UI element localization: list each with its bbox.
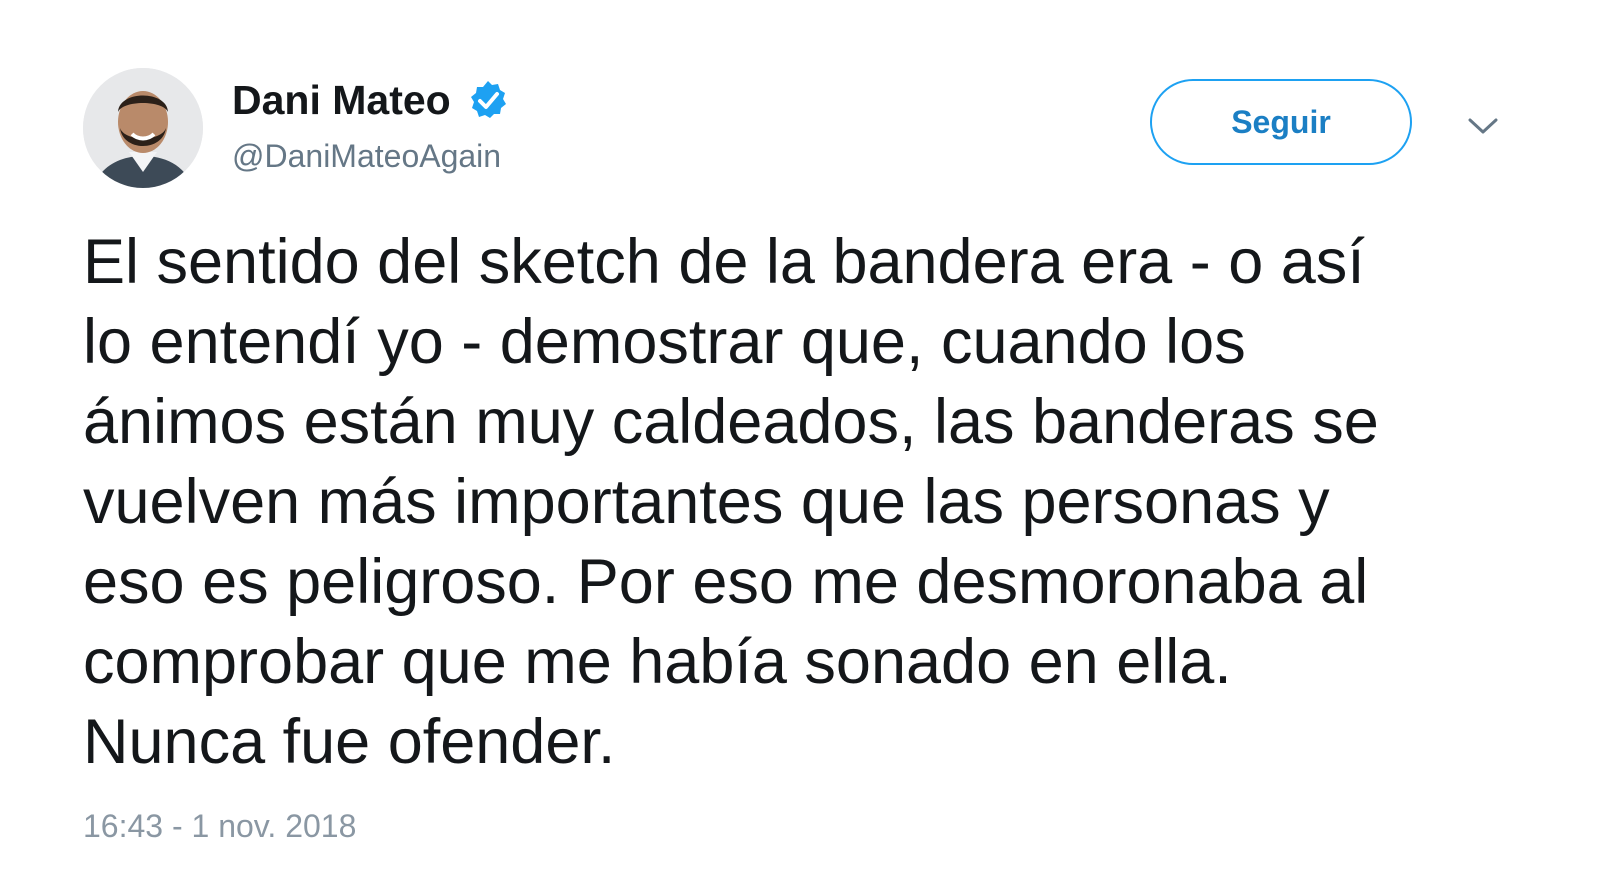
tweet-line: ánimos están muy caldeados, las banderas… [83, 387, 1379, 457]
tweet-line: comprobar que me había sonado en ella. [83, 627, 1232, 697]
author-handle[interactable]: @DaniMateoAgain [232, 138, 501, 175]
verified-badge-icon [470, 81, 506, 118]
author-name-row: Dani Mateo [232, 74, 509, 126]
tweet-timestamp[interactable]: 16:43 - 1 nov. 2018 [83, 808, 356, 845]
avatar-image [83, 68, 203, 188]
tweet-line: El sentido del sketch de la bandera era … [83, 227, 1365, 297]
display-name[interactable]: Dani Mateo [232, 77, 451, 124]
avatar[interactable] [83, 68, 203, 188]
tweet-line: eso es peligroso. Por eso me desmoronaba… [83, 547, 1369, 617]
chevron-down-icon[interactable] [1466, 112, 1500, 138]
tweet-text: El sentido del sketch de la bandera era … [83, 222, 1553, 782]
follow-button[interactable]: Seguir [1150, 79, 1412, 165]
tweet-line: lo entendí yo - demostrar que, cuando lo… [83, 307, 1246, 377]
tweet-line: Nunca fue ofender. [83, 707, 616, 777]
tweet-line: vuelven más importantes que las personas… [83, 467, 1330, 537]
